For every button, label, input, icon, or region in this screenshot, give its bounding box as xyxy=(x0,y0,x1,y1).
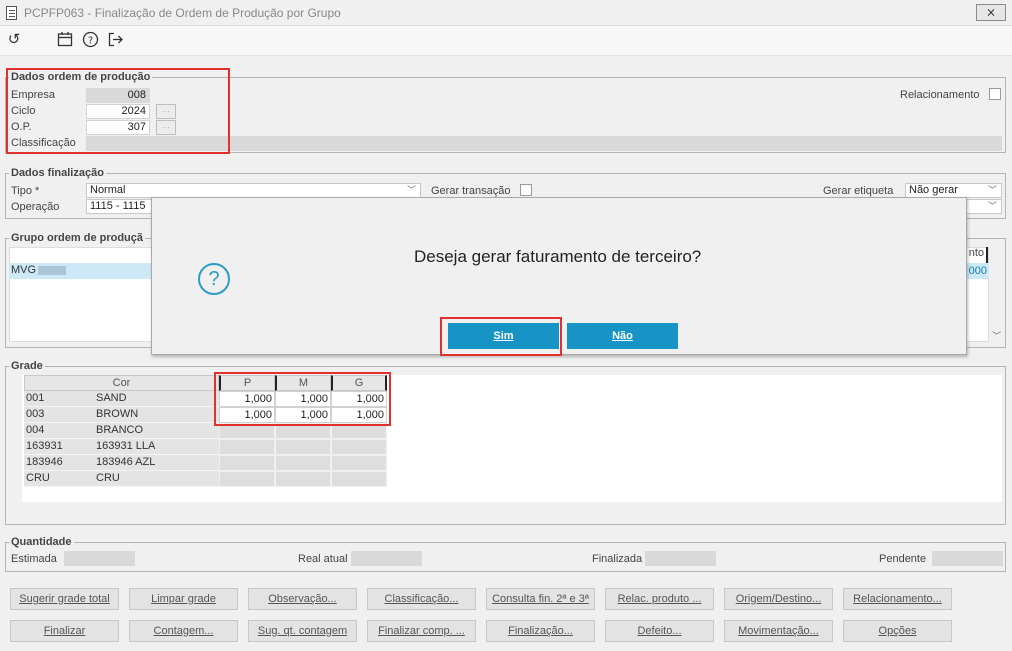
classificacao-button[interactable]: Classificação... xyxy=(367,588,476,610)
row-name: BROWN xyxy=(94,407,219,423)
grade-cell xyxy=(331,471,387,487)
grade-cell xyxy=(219,471,275,487)
opcoes-button[interactable]: Opções xyxy=(843,620,952,642)
dialog-message: Deseja gerar faturamento de terceiro? xyxy=(414,247,702,266)
estimada-label: Estimada xyxy=(11,553,57,565)
row-code: 183946 xyxy=(24,455,94,471)
row-code: 003 xyxy=(24,407,94,423)
consulta-fin-button[interactable]: Consulta fin. 2ª e 3ª xyxy=(486,588,595,610)
sugerir-grade-button[interactable]: Sugerir grade total xyxy=(10,588,119,610)
grade-cell xyxy=(275,439,331,455)
grade-cell xyxy=(331,455,387,471)
finalizada-label: Finalizada xyxy=(592,553,643,565)
pendente-label: Pendente xyxy=(879,553,927,565)
highlight-yes-button xyxy=(440,317,562,356)
document-icon xyxy=(6,6,17,20)
operacao-label: Operação xyxy=(11,201,60,213)
window-title: PCPFP063 - Finalização de Ordem de Produ… xyxy=(24,6,341,20)
finalizar-button[interactable]: Finalizar xyxy=(10,620,119,642)
relacionamento-button[interactable]: Relacionamento... xyxy=(843,588,952,610)
gerar-transacao-label: Gerar transação xyxy=(431,185,511,197)
finalizar-comp-button[interactable]: Finalizar comp. ... xyxy=(367,620,476,642)
row-name: CRU xyxy=(94,471,219,487)
operacao-value: 1115 - 1115 xyxy=(90,200,146,212)
chevron-down-icon: ﹀ xyxy=(406,185,416,195)
exit-icon[interactable] xyxy=(106,31,124,49)
finalizacao-button[interactable]: Finalização... xyxy=(486,620,595,642)
movimentacao-button[interactable]: Movimentação... xyxy=(724,620,833,642)
relacionamento-label: Relacionamento xyxy=(900,89,980,101)
quantidade-group xyxy=(5,542,1006,572)
grade-cell xyxy=(331,439,387,455)
grade-cell xyxy=(275,471,331,487)
finalizada-field xyxy=(645,551,716,566)
origem-destino-button[interactable]: Origem/Destino... xyxy=(724,588,833,610)
refresh-icon[interactable]: ↺ xyxy=(5,31,23,49)
gerar-transacao-checkbox[interactable] xyxy=(520,184,532,196)
chevron-down-icon: ﹀ xyxy=(987,201,997,211)
highlight-ordem xyxy=(6,68,230,154)
limpar-grade-button[interactable]: Limpar grade xyxy=(129,588,238,610)
scroll-down-icon[interactable]: ﹀ xyxy=(992,329,1002,341)
row-code: 001 xyxy=(24,391,94,407)
estimada-field xyxy=(64,551,135,566)
no-button[interactable]: Não xyxy=(567,323,678,349)
finalizacao-legend: Dados finalização xyxy=(9,167,106,179)
close-button[interactable]: ⨯ xyxy=(976,4,1006,21)
row-code: 004 xyxy=(24,423,94,439)
cor-header: Cor xyxy=(24,375,219,391)
observacao-button[interactable]: Observação... xyxy=(248,588,357,610)
svg-text:?: ? xyxy=(87,36,92,47)
row-name: 163931 LLA xyxy=(94,439,219,455)
grade-legend: Grade xyxy=(9,360,45,372)
sug-qt-contagem-button[interactable]: Sug. qt. contagem xyxy=(248,620,357,642)
row-code: 163931 xyxy=(24,439,94,455)
question-icon: ? xyxy=(198,263,230,295)
row-name: BRANCO xyxy=(94,423,219,439)
title-bar: PCPFP063 - Finalização de Ordem de Produ… xyxy=(0,0,1012,26)
relac-produto-button[interactable]: Relac. produto ... xyxy=(605,588,714,610)
quantidade-legend: Quantidade xyxy=(9,536,74,548)
calendar-icon[interactable] xyxy=(56,31,74,49)
blurred-text xyxy=(38,266,66,275)
tipo-value: Normal xyxy=(90,184,126,196)
gerar-etiqueta-select[interactable]: Não gerar ﹀ xyxy=(905,183,1002,198)
real-field xyxy=(351,551,422,566)
row-name: 183946 AZL xyxy=(94,455,219,471)
grupo-selected-row[interactable]: MVG xyxy=(9,263,151,279)
row-code: CRU xyxy=(24,471,94,487)
grade-cell xyxy=(219,439,275,455)
contagem-button[interactable]: Contagem... xyxy=(129,620,238,642)
gerar-etiqueta-label: Gerar etiqueta xyxy=(823,185,894,197)
grade-cell xyxy=(219,455,275,471)
highlight-grade xyxy=(214,372,391,426)
gerar-etiqueta-value: Não gerar xyxy=(909,184,958,196)
row-name: SAND xyxy=(94,391,219,407)
pendente-field xyxy=(932,551,1003,566)
grade-cell xyxy=(275,455,331,471)
help-icon[interactable]: ? xyxy=(81,31,99,49)
grupo-legend: Grupo ordem de produçã xyxy=(9,232,146,244)
defeito-button[interactable]: Defeito... xyxy=(605,620,714,642)
chevron-down-icon: ﹀ xyxy=(987,185,997,195)
tipo-select[interactable]: Normal ﹀ xyxy=(86,183,421,198)
relacionamento-checkbox[interactable] xyxy=(989,88,1001,100)
grupo-row-label: MVG xyxy=(11,264,37,276)
real-label: Real atual xyxy=(298,553,348,565)
toolbar: ↺ ? xyxy=(0,26,1012,56)
tipo-label: Tipo * xyxy=(11,185,40,197)
